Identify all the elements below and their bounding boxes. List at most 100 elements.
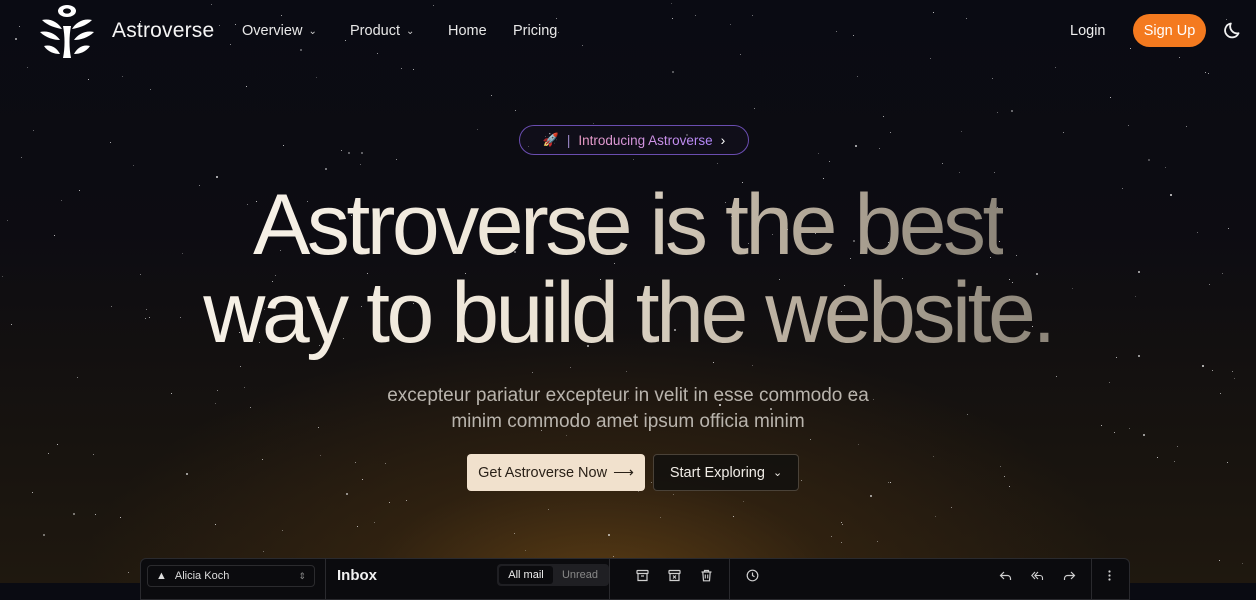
star [1202,365,1205,368]
star [477,128,479,130]
account-name: Alicia Koch [174,570,230,582]
star [570,367,572,369]
archive-x-icon[interactable] [667,568,681,582]
star [1185,126,1187,128]
signup-button[interactable]: Sign Up [1133,14,1206,47]
star [840,521,842,523]
star [1010,110,1013,113]
chevron-down-icon: ⌄ [772,467,783,479]
star [1004,476,1006,478]
nav-item-pricing[interactable]: Pricing [513,23,557,39]
star [47,453,49,455]
star [513,532,515,534]
star [742,501,744,503]
star [877,540,879,542]
star [239,366,241,368]
headline-text: way to build the website. [203,265,1056,361]
star [1176,446,1178,448]
hero-headline-line1: Astroverse is the best [0,180,1256,270]
account-switcher[interactable]: ▲ Alicia Koch ⇕ [147,565,315,587]
star [92,454,94,456]
star [128,571,130,573]
star [32,491,34,493]
get-astroverse-button[interactable]: Get Astroverse Now ⟶ [467,454,645,491]
reply-all-icon[interactable] [1030,568,1044,582]
archive-icon[interactable] [635,568,649,582]
star [593,122,595,124]
star [216,175,219,178]
star [870,494,873,497]
star [650,481,652,483]
star [1127,124,1129,126]
brand-name[interactable]: Astroverse [112,19,214,43]
star [660,517,662,519]
star [712,361,714,363]
star [960,131,962,133]
star [672,493,674,495]
forward-icon[interactable] [1062,568,1076,582]
star [324,168,327,171]
astroverse-logo-icon[interactable] [36,2,98,60]
tab-all-mail[interactable]: All mail [499,566,553,584]
star [73,512,76,515]
star [355,462,357,464]
star [671,70,674,73]
star [109,141,111,143]
star [340,149,342,151]
nav-item-product[interactable]: Product ⌄ [350,23,414,39]
star [1205,72,1207,74]
chevron-right-icon: › [720,132,726,148]
more-vertical-icon[interactable] [1102,568,1116,582]
moon-icon[interactable] [1224,20,1244,40]
star [348,152,351,155]
intro-badge[interactable]: 🚀 | Introducing Astroverse › [519,125,749,155]
reply-icon[interactable] [998,568,1012,582]
chevron-down-icon: ⌄ [405,25,415,37]
star [346,492,349,495]
mail-app-preview: ▲ Alicia Koch ⇕ Inbox All mail Unread [140,558,1130,600]
nav-item-label: Overview [242,23,303,39]
clock-icon[interactable] [745,568,759,582]
start-exploring-button[interactable]: Start Exploring ⌄ [653,454,799,491]
star [733,516,735,518]
star [395,159,397,161]
star [626,371,628,373]
star [389,501,391,503]
nav-item-home[interactable]: Home [448,23,487,39]
star [801,479,803,481]
star [1109,96,1111,98]
star [810,439,812,441]
trash-icon[interactable] [699,568,713,582]
nav-item-label: Pricing [513,23,558,39]
star [1211,370,1213,372]
star [841,541,843,543]
nav-item-overview[interactable]: Overview ⌄ [242,23,317,39]
star [1062,132,1064,134]
star [889,131,891,133]
tab-unread[interactable]: Unread [553,566,607,584]
divider [1091,559,1092,599]
divider [609,559,610,599]
star [855,144,858,147]
star [356,526,358,528]
star [531,372,533,374]
star [413,68,415,70]
star [262,551,264,553]
button-label: Get Astroverse Now [478,464,608,481]
star [215,523,217,525]
star [831,535,833,537]
star [632,158,634,160]
star [751,364,753,366]
hero-headline-line2: way to build the website. [0,268,1256,358]
login-link[interactable]: Login [1070,23,1105,39]
star [186,473,189,476]
star [56,443,58,445]
nav-item-label: Product [350,23,400,39]
nav-item-label: Home [448,23,487,39]
star [76,376,78,378]
star [373,521,375,523]
star [1055,375,1057,377]
triangle-logo-icon: ▲ [156,570,167,582]
star [889,481,891,483]
star [994,172,996,174]
